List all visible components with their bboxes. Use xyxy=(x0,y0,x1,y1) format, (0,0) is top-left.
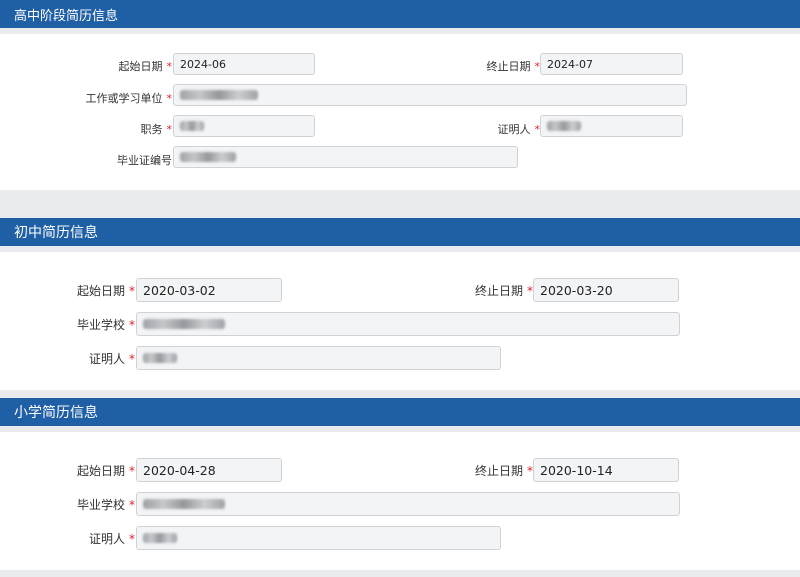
witness-label: 证明人 xyxy=(88,352,125,366)
unit-label: 工作或学习单位 xyxy=(85,92,163,105)
position-field[interactable] xyxy=(173,115,315,137)
end-date-label: 终止日期 xyxy=(486,60,531,73)
end-date-field[interactable]: 2020-03-20 xyxy=(533,278,679,302)
required-mark: * xyxy=(129,318,135,332)
high-school-section: 高中阶段简历信息 起始日期 * 2024-06 终止日期 * 2024-07 工作或… xyxy=(0,0,800,190)
required-mark: * xyxy=(129,352,135,366)
high-school-title: 高中阶段简历信息 xyxy=(14,8,119,24)
middle-school-section: 初中简历信息 起始日期 * 2020-03-02 终止日期 * 2020-03-20… xyxy=(0,218,800,390)
school-field[interactable] xyxy=(136,492,680,516)
unit-field[interactable] xyxy=(173,84,687,106)
end-date-field[interactable]: 2020-10-14 xyxy=(533,458,679,482)
redacted-value xyxy=(143,319,225,329)
cert-number-field[interactable] xyxy=(173,146,518,168)
start-date-label: 起始日期 xyxy=(76,464,125,478)
school-field[interactable] xyxy=(136,312,680,336)
redacted-value xyxy=(547,121,581,131)
school-label: 毕业学校 xyxy=(76,498,125,512)
redacted-value xyxy=(180,90,258,100)
required-mark: * xyxy=(129,532,135,546)
redacted-value xyxy=(143,353,177,363)
end-date-field[interactable]: 2024-07 xyxy=(540,53,683,75)
middle-school-title: 初中简历信息 xyxy=(14,225,98,241)
school-label: 毕业学校 xyxy=(76,318,125,332)
witness-field[interactable] xyxy=(136,346,501,370)
primary-school-title: 小学简历信息 xyxy=(14,405,98,421)
end-date-label: 终止日期 xyxy=(474,464,523,478)
start-date-field[interactable]: 2024-06 xyxy=(173,53,315,75)
redacted-value xyxy=(143,533,177,543)
primary-school-header: 小学简历信息 xyxy=(0,398,800,426)
required-mark: * xyxy=(129,284,135,298)
start-date-label: 起始日期 xyxy=(76,284,125,298)
position-label: 职务 xyxy=(140,123,163,136)
end-date-label: 终止日期 xyxy=(474,284,523,298)
high-school-header: 高中阶段简历信息 xyxy=(0,0,800,28)
required-mark: * xyxy=(166,123,173,136)
redacted-value xyxy=(180,121,204,131)
middle-school-header: 初中简历信息 xyxy=(0,218,800,246)
witness-label: 证明人 xyxy=(88,532,125,546)
required-mark: * xyxy=(129,498,135,512)
start-date-field[interactable]: 2020-03-02 xyxy=(136,278,282,302)
cert-label: 毕业证编号 xyxy=(117,154,172,167)
primary-school-section: 小学简历信息 起始日期 * 2020-04-28 终止日期 * 2020-10-14… xyxy=(0,398,800,570)
required-mark: * xyxy=(166,92,173,105)
witness-field[interactable] xyxy=(540,115,683,137)
required-mark: * xyxy=(129,464,135,478)
redacted-value xyxy=(180,152,236,162)
witness-field[interactable] xyxy=(136,526,501,550)
start-date-label: 起始日期 xyxy=(118,60,163,73)
required-mark: * xyxy=(166,60,173,73)
start-date-field[interactable]: 2020-04-28 xyxy=(136,458,282,482)
redacted-value xyxy=(143,499,225,509)
witness-label: 证明人 xyxy=(497,123,531,136)
